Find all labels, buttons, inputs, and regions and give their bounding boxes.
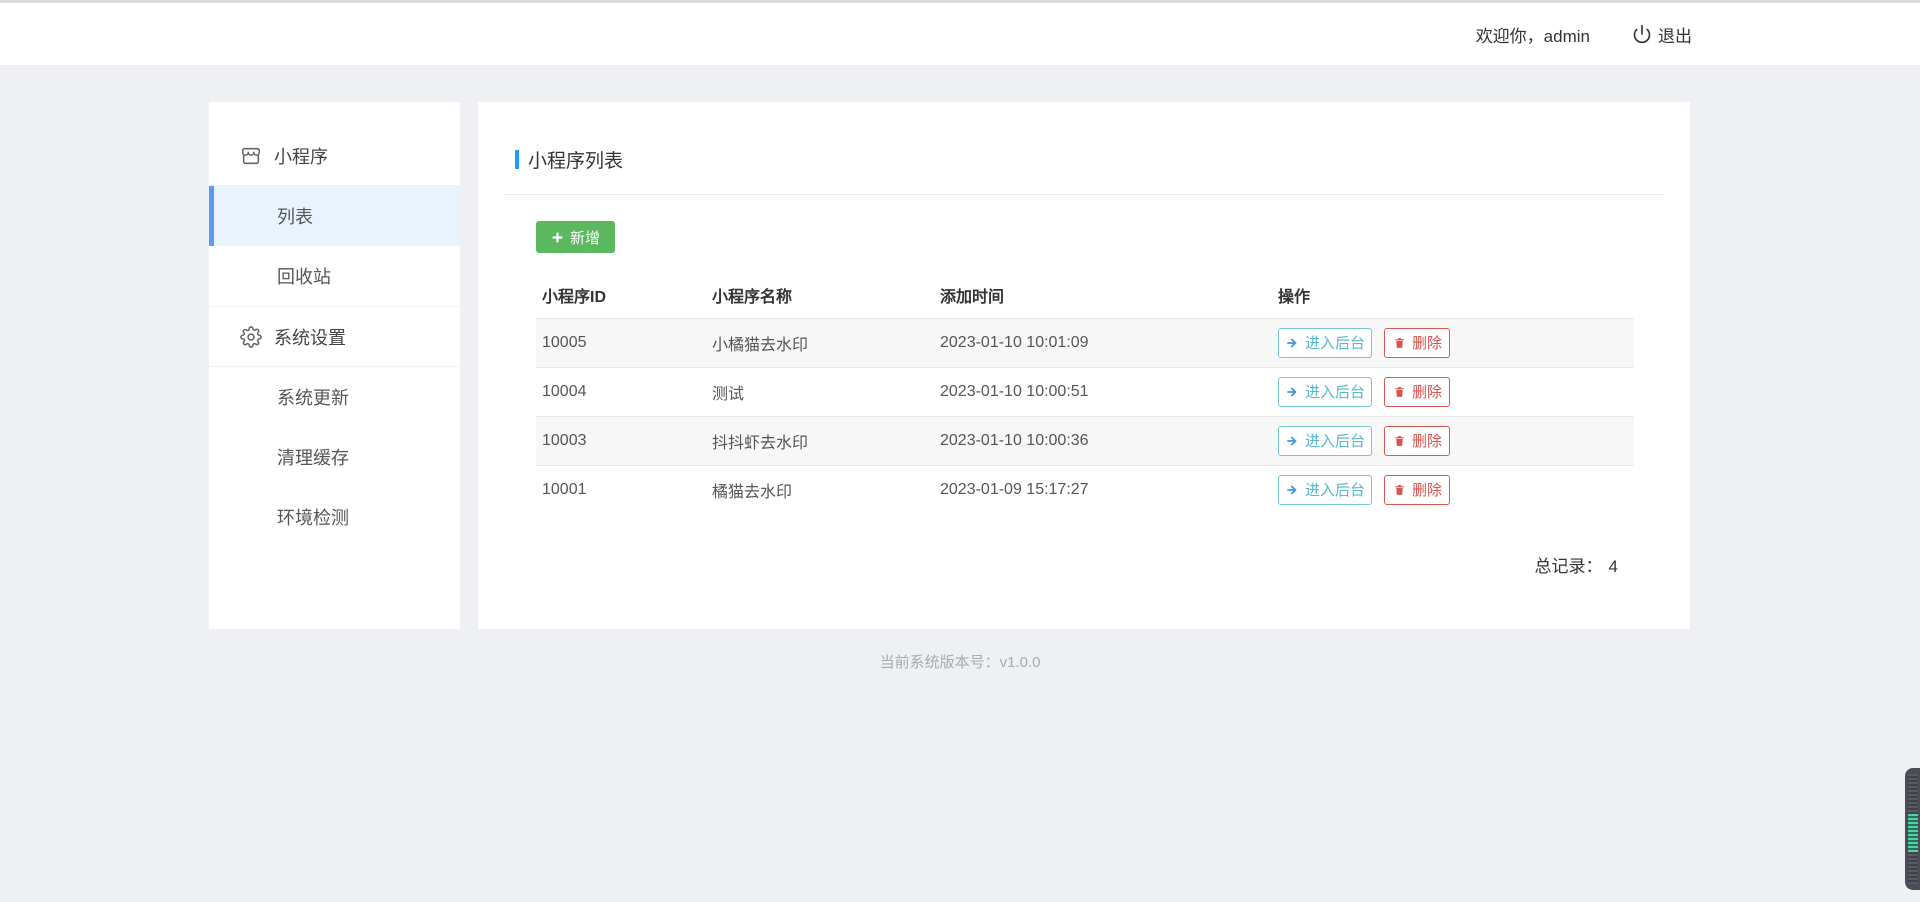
delete-label: 删除 bbox=[1412, 381, 1442, 402]
enter-admin-label: 进入后台 bbox=[1305, 332, 1365, 353]
cell-id: 10001 bbox=[536, 465, 706, 514]
table-header-row: 小程序ID 小程序名称 添加时间 操作 bbox=[536, 281, 1634, 318]
sidebar-item-label: 系统更新 bbox=[277, 384, 349, 410]
cell-actions: 进入后台 删除 bbox=[1272, 318, 1634, 367]
trash-icon bbox=[1393, 434, 1406, 448]
sidebar-group-settings-header[interactable]: 系统设置 bbox=[209, 307, 460, 367]
cell-time: 2023-01-10 10:01:09 bbox=[934, 318, 1272, 367]
card-header: 小程序列表 bbox=[503, 102, 1665, 195]
sidebar-group-label: 系统设置 bbox=[274, 324, 346, 350]
enter-admin-button[interactable]: 进入后台 bbox=[1278, 426, 1372, 456]
cell-actions: 进入后台 删除 bbox=[1272, 367, 1634, 416]
trash-icon bbox=[1393, 385, 1406, 399]
gear-icon bbox=[240, 326, 262, 348]
delete-label: 删除 bbox=[1412, 430, 1442, 451]
plus-icon bbox=[551, 231, 564, 244]
cell-name: 小橘猫去水印 bbox=[706, 318, 934, 367]
sidebar-item-label: 列表 bbox=[277, 203, 313, 229]
welcome-text: 欢迎你，admin bbox=[1476, 22, 1590, 47]
logout-label: 退出 bbox=[1658, 22, 1692, 47]
cell-actions: 进入后台 删除 bbox=[1272, 465, 1634, 514]
mini-program-icon bbox=[240, 145, 262, 167]
arrow-right-icon bbox=[1285, 434, 1299, 448]
cell-name: 橘猫去水印 bbox=[706, 465, 934, 514]
table-row: 10001 橘猫去水印 2023-01-09 15:17:27 进入后台 bbox=[536, 465, 1634, 514]
cell-name: 抖抖虾去水印 bbox=[706, 416, 934, 465]
sidebar-item-system-update[interactable]: 系统更新 bbox=[209, 367, 460, 427]
page-title: 小程序列表 bbox=[528, 146, 623, 173]
add-button-label: 新增 bbox=[570, 227, 600, 248]
card-body: 新增 小程序ID 小程序名称 添加时间 操作 10005 小橘猫去水印 2023… bbox=[503, 221, 1665, 514]
cell-id: 10004 bbox=[536, 367, 706, 416]
enter-admin-label: 进入后台 bbox=[1305, 430, 1365, 451]
app-header: 欢迎你，admin 退出 bbox=[0, 0, 1920, 65]
enter-admin-button[interactable]: 进入后台 bbox=[1278, 475, 1372, 505]
trash-icon bbox=[1393, 483, 1406, 497]
table-row: 10004 测试 2023-01-10 10:00:51 进入后台 bbox=[536, 367, 1634, 416]
enter-admin-label: 进入后台 bbox=[1305, 381, 1365, 402]
column-header-action: 操作 bbox=[1272, 281, 1634, 318]
delete-label: 删除 bbox=[1412, 479, 1442, 500]
cell-actions: 进入后台 删除 bbox=[1272, 416, 1634, 465]
sidebar-group-settings: 系统设置 系统更新 清理缓存 环境检测 bbox=[209, 307, 460, 547]
sidebar-item-env-check[interactable]: 环境检测 bbox=[209, 487, 460, 547]
footer-version: 当前系统版本号：v1.0.0 bbox=[0, 651, 1920, 672]
arrow-right-icon bbox=[1285, 336, 1299, 350]
delete-button[interactable]: 删除 bbox=[1384, 475, 1450, 505]
trash-icon bbox=[1393, 336, 1406, 350]
cell-time: 2023-01-10 10:00:36 bbox=[934, 416, 1272, 465]
sidebar-group-label: 小程序 bbox=[274, 143, 328, 169]
sidebar-item-list[interactable]: 列表 bbox=[209, 186, 460, 246]
delete-button[interactable]: 删除 bbox=[1384, 377, 1450, 407]
enter-admin-button[interactable]: 进入后台 bbox=[1278, 328, 1372, 358]
column-header-id: 小程序ID bbox=[536, 281, 706, 318]
total-label: 总记录： bbox=[1535, 557, 1603, 576]
column-header-name: 小程序名称 bbox=[706, 281, 934, 318]
enter-admin-label: 进入后台 bbox=[1305, 479, 1365, 500]
main-card: 小程序列表 新增 小程序ID 小程序名称 添加时间 操作 10005 bbox=[478, 102, 1690, 629]
scrollbar-level-indicator bbox=[1908, 814, 1918, 852]
sidebar-item-clear-cache[interactable]: 清理缓存 bbox=[209, 427, 460, 487]
delete-button[interactable]: 删除 bbox=[1384, 426, 1450, 456]
total-records: 总记录： 4 bbox=[1535, 552, 1618, 577]
delete-label: 删除 bbox=[1412, 332, 1442, 353]
table-row: 10005 小橘猫去水印 2023-01-10 10:01:09 进入后台 bbox=[536, 318, 1634, 367]
cell-id: 10003 bbox=[536, 416, 706, 465]
title-marker bbox=[515, 150, 519, 169]
cell-time: 2023-01-09 15:17:27 bbox=[934, 465, 1272, 514]
add-button[interactable]: 新增 bbox=[536, 221, 615, 253]
sidebar-item-label: 清理缓存 bbox=[277, 444, 349, 470]
enter-admin-button[interactable]: 进入后台 bbox=[1278, 377, 1372, 407]
delete-button[interactable]: 删除 bbox=[1384, 328, 1450, 358]
sidebar-item-recycle[interactable]: 回收站 bbox=[209, 246, 460, 306]
cell-id: 10005 bbox=[536, 318, 706, 367]
column-header-time: 添加时间 bbox=[934, 281, 1272, 318]
miniprogram-table: 小程序ID 小程序名称 添加时间 操作 10005 小橘猫去水印 2023-01… bbox=[536, 281, 1634, 514]
cell-time: 2023-01-10 10:00:51 bbox=[934, 367, 1272, 416]
cell-name: 测试 bbox=[706, 367, 934, 416]
table-row: 10003 抖抖虾去水印 2023-01-10 10:00:36 进入后台 bbox=[536, 416, 1634, 465]
sidebar-group-miniprogram-header[interactable]: 小程序 bbox=[209, 126, 460, 186]
logout-button[interactable]: 退出 bbox=[1632, 22, 1692, 47]
arrow-right-icon bbox=[1285, 483, 1299, 497]
sidebar-group-miniprogram: 小程序 列表 回收站 bbox=[209, 126, 460, 307]
sidebar-item-label: 环境检测 bbox=[277, 504, 349, 530]
power-icon bbox=[1632, 24, 1652, 44]
sidebar-item-label: 回收站 bbox=[277, 263, 331, 289]
scrollbar-widget[interactable] bbox=[1905, 768, 1920, 890]
total-count: 4 bbox=[1609, 557, 1618, 576]
sidebar: 小程序 列表 回收站 系统设置 系统更新 清理缓存 环境检测 bbox=[209, 102, 460, 629]
arrow-right-icon bbox=[1285, 385, 1299, 399]
